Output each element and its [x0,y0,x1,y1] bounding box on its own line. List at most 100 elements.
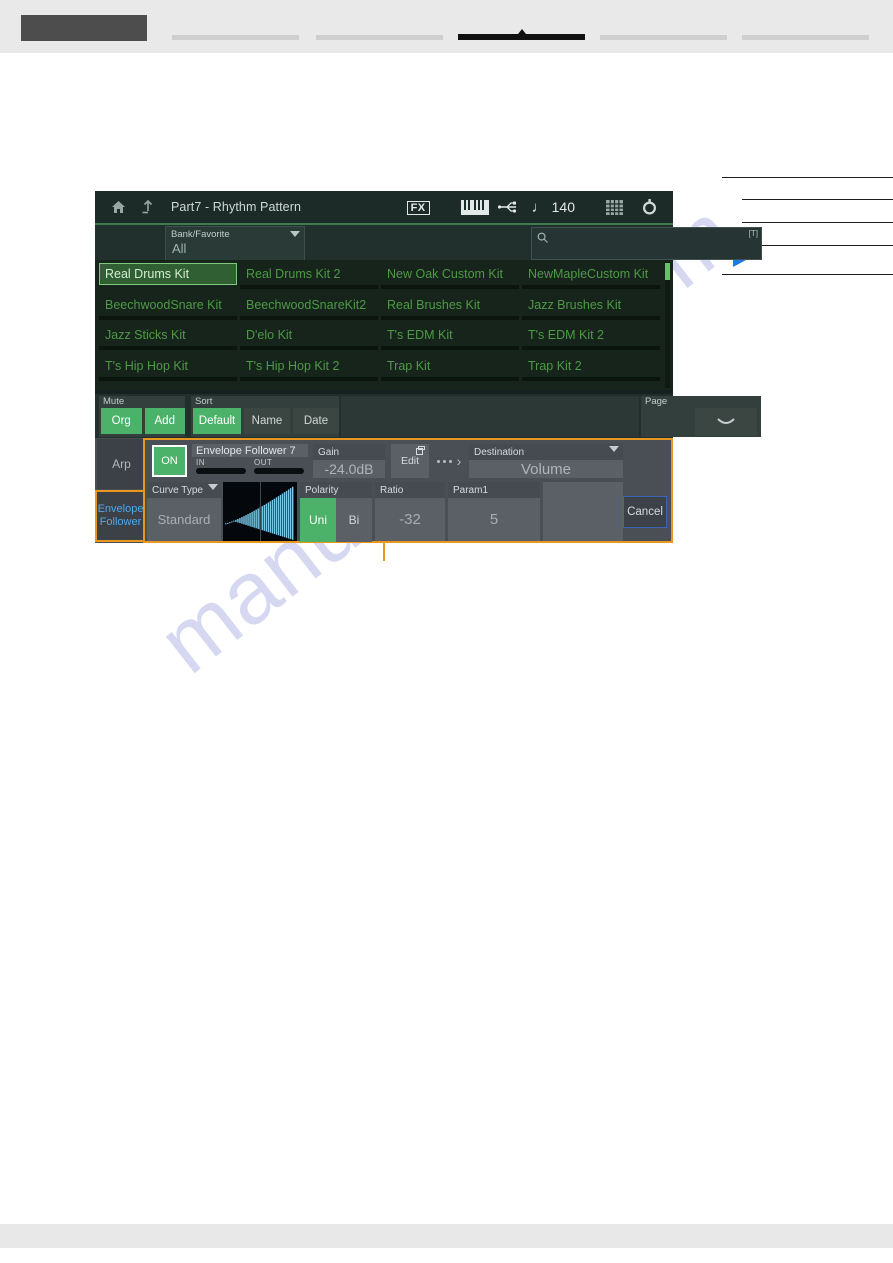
chevron-down-icon [290,231,300,237]
sort-date-button[interactable]: Date [293,408,339,434]
mute-group: Mute Org Add [99,396,185,437]
level-meters: IN OUT [192,457,308,474]
kit-list-item[interactable]: Real Drums Kit 2 [240,263,378,289]
window-icon [416,446,425,458]
panel-tab-column: Arp Envelope Follower [95,438,147,543]
envelope-graph [223,482,297,541]
more-dots-icon [436,459,440,463]
sort-name-button[interactable]: Name [244,408,290,434]
controls-filler [341,396,639,437]
tab-ef-line1: Envelope [97,503,144,515]
param1-field[interactable]: Param1 5 [448,482,540,541]
envelope-follower-controls: ON Envelope Follower 7 IN OUT Gain -24.0… [143,438,673,543]
chevron-down-icon [208,484,218,490]
meter-out-bar [254,468,304,474]
callout-line [383,543,385,561]
chevron-down-icon [717,417,735,424]
kit-list-item[interactable]: D'elo Kit [240,324,378,350]
gear-icon[interactable] [631,198,667,216]
tab-envelope-follower[interactable]: Envelope Follower [95,490,146,542]
chevron-down-icon [609,446,619,452]
browse-filter-strip: Bank/Favorite All [T] [95,225,762,261]
nav-tab-5[interactable] [742,35,869,40]
sort-label: Sort [195,396,213,407]
more-options-button[interactable]: › [431,444,467,478]
ratio-label: Ratio [375,482,445,498]
kit-list-item[interactable]: Real Brushes Kit [381,294,519,320]
page-label: Page [645,396,668,407]
page-title: Part7 - Rhythm Pattern [171,200,302,214]
kit-list-item[interactable]: Trap Kit 2 [522,355,660,381]
fx-badge[interactable]: FX [406,201,430,215]
sort-default-button[interactable]: Default [193,408,241,434]
kit-list-item[interactable]: New Oak Custom Kit [381,263,519,289]
polarity-group: Polarity Uni Bi [300,482,372,542]
mute-org-button[interactable]: Org [101,408,142,434]
synthesizer-screen: Part7 - Rhythm Pattern FX ♩ 140 Bank/Fav… [95,191,762,543]
bank-favorite-label: Bank/Favorite [171,229,230,240]
kit-list-item[interactable]: NewMapleCustom Kit [522,263,660,289]
kit-grid: Real Drums Kit Real Drums Kit 2 New Oak Cu… [99,263,665,385]
param1-value: 5 [489,511,499,528]
graph-midline [260,482,261,541]
param1-label: Param1 [448,482,540,498]
list-scrollbar-track[interactable] [665,262,670,388]
tempo-value: 140 [551,199,575,215]
side-rule [722,274,893,275]
search-input[interactable]: [T] [531,227,762,260]
kit-list-item[interactable]: T's EDM Kit 2 [522,324,660,350]
kit-list-item[interactable]: Trap Kit [381,355,519,381]
search-mode-indicator: [T] [748,229,758,238]
meter-in-label: IN [196,458,205,467]
gain-label: Gain [313,444,385,460]
kit-list: Real Drums Kit Real Drums Kit 2 New Oak Cu… [95,260,673,390]
ratio-field[interactable]: Ratio -32 [375,482,445,541]
grid-icon[interactable] [597,199,631,215]
more-dots-icon [442,459,446,463]
destination-dropdown[interactable]: Destination Volume [469,444,623,478]
envelope-follower-source[interactable]: Envelope Follower 7 IN OUT [192,444,308,478]
polarity-bi-button[interactable]: Bi [336,498,372,542]
kit-list-item[interactable]: BeechwoodSnare Kit [99,294,237,320]
kit-list-item[interactable]: T's Hip Hop Kit 2 [240,355,378,381]
search-icon [537,231,549,249]
nav-tab-4[interactable] [600,35,727,40]
mute-add-button[interactable]: Add [144,408,185,434]
destination-value: Volume [520,461,572,478]
exit-up-icon[interactable] [133,200,163,214]
meter-in-bar [196,468,246,474]
cancel-button[interactable]: Cancel [623,496,667,528]
tab-arp[interactable]: Arp [97,439,146,489]
kit-list-item[interactable]: T's Hip Hop Kit [99,355,237,381]
curve-type-dropdown[interactable]: Curve Type Standard [147,482,221,541]
nav-tab-3[interactable] [458,29,585,40]
bank-favorite-dropdown[interactable]: Bank/Favorite All [165,226,305,261]
tempo-note-icon: ♩ [531,198,547,216]
tab-ef-line2: Follower [99,516,142,528]
empty-slot [543,482,623,541]
kit-list-item[interactable]: BeechwoodSnareKit2 [240,294,378,320]
device-header-bar: Part7 - Rhythm Pattern FX ♩ 140 [95,191,673,225]
kit-list-item[interactable]: Real Drums Kit [99,263,237,285]
kit-list-item[interactable]: Jazz Sticks Kit [99,324,237,350]
nav-tab-2[interactable] [316,35,443,40]
mute-label: Mute [103,396,125,407]
kit-list-item[interactable]: Jazz Brushes Kit [522,294,660,320]
top-navigation-bar [0,0,893,53]
page-next-button[interactable] [695,408,757,436]
sort-group: Sort Default Name Date [191,396,339,437]
edit-button[interactable]: Edit [391,444,429,478]
nav-active-caret-icon [517,29,526,34]
nav-tab-1[interactable] [172,35,299,40]
list-scrollbar-thumb[interactable] [665,263,670,280]
polarity-uni-button[interactable]: Uni [300,498,336,542]
brand-logo[interactable] [21,15,147,41]
envelope-follower-panel: Arp Envelope Follower ON Envelope Follow… [95,438,673,543]
envelope-follower-on-toggle[interactable]: ON [152,445,187,477]
destination-label: Destination [469,444,623,460]
kit-list-item[interactable]: T's EDM Kit [381,324,519,350]
tempo-display[interactable]: ♩ 140 [532,199,575,216]
polarity-label: Polarity [300,482,372,498]
home-icon[interactable] [103,200,133,214]
gain-field[interactable]: Gain -24.0dB [313,444,385,478]
